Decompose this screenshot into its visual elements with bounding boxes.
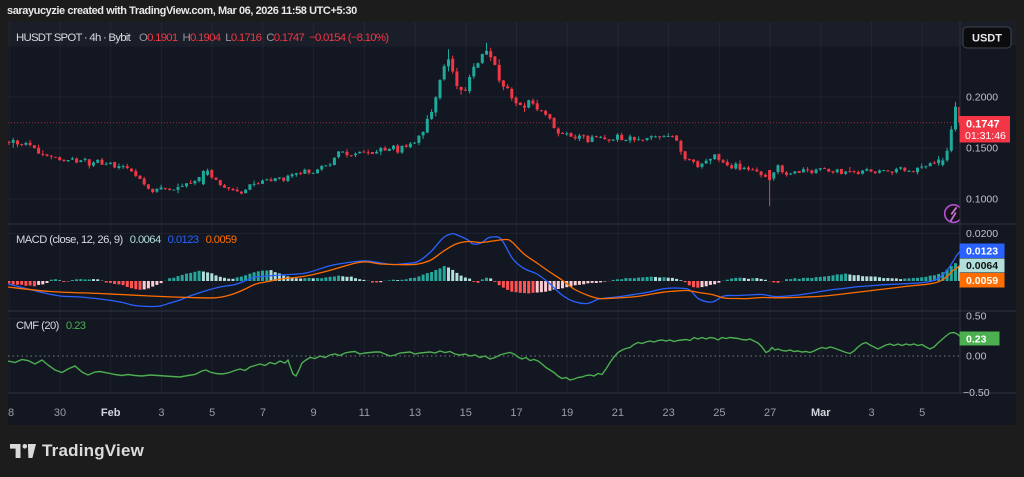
svg-text:11: 11: [359, 407, 370, 419]
svg-text:5: 5: [919, 407, 925, 419]
svg-text:0.1500: 0.1500: [966, 143, 998, 155]
svg-text:21: 21: [612, 407, 624, 419]
svg-text:0.0064: 0.0064: [966, 260, 998, 272]
svg-text:25: 25: [713, 407, 725, 419]
svg-text:0.50: 0.50: [966, 311, 987, 323]
svg-text:CMF (20)0.23: CMF (20)0.23: [16, 320, 86, 332]
svg-text:0.1000: 0.1000: [966, 194, 998, 206]
svg-text:0.2000: 0.2000: [966, 92, 998, 104]
svg-text:0.0123: 0.0123: [966, 246, 998, 258]
svg-text:01:31:46: 01:31:46: [965, 130, 1006, 142]
svg-text:0.1747: 0.1747: [966, 119, 1000, 131]
svg-text:3: 3: [868, 407, 874, 419]
svg-text:HUSDT SPOT · 4h · BybitO0.1901: HUSDT SPOT · 4h · BybitO0.1901H0.1904L0.…: [16, 32, 389, 44]
svg-text:0.23: 0.23: [966, 334, 987, 346]
svg-text:−0.50: −0.50: [963, 387, 990, 399]
svg-text:0.0200: 0.0200: [966, 228, 998, 240]
svg-text:27: 27: [764, 407, 776, 419]
svg-text:3: 3: [158, 407, 164, 419]
svg-text:0.00: 0.00: [966, 351, 987, 363]
svg-text:Feb: Feb: [101, 407, 121, 419]
svg-text:23: 23: [662, 407, 674, 419]
svg-text:Mar: Mar: [811, 407, 831, 419]
svg-text:30: 30: [54, 407, 66, 419]
svg-text:15: 15: [460, 407, 472, 419]
svg-text:7: 7: [260, 407, 266, 419]
svg-text:19: 19: [561, 407, 573, 419]
svg-text:USDT: USDT: [972, 33, 1002, 45]
svg-text:5: 5: [209, 407, 215, 419]
svg-text:28: 28: [8, 407, 14, 419]
svg-text:9: 9: [311, 407, 317, 419]
svg-text:13: 13: [409, 407, 421, 419]
svg-text:0.0059: 0.0059: [966, 275, 998, 287]
svg-text:17: 17: [510, 407, 522, 419]
